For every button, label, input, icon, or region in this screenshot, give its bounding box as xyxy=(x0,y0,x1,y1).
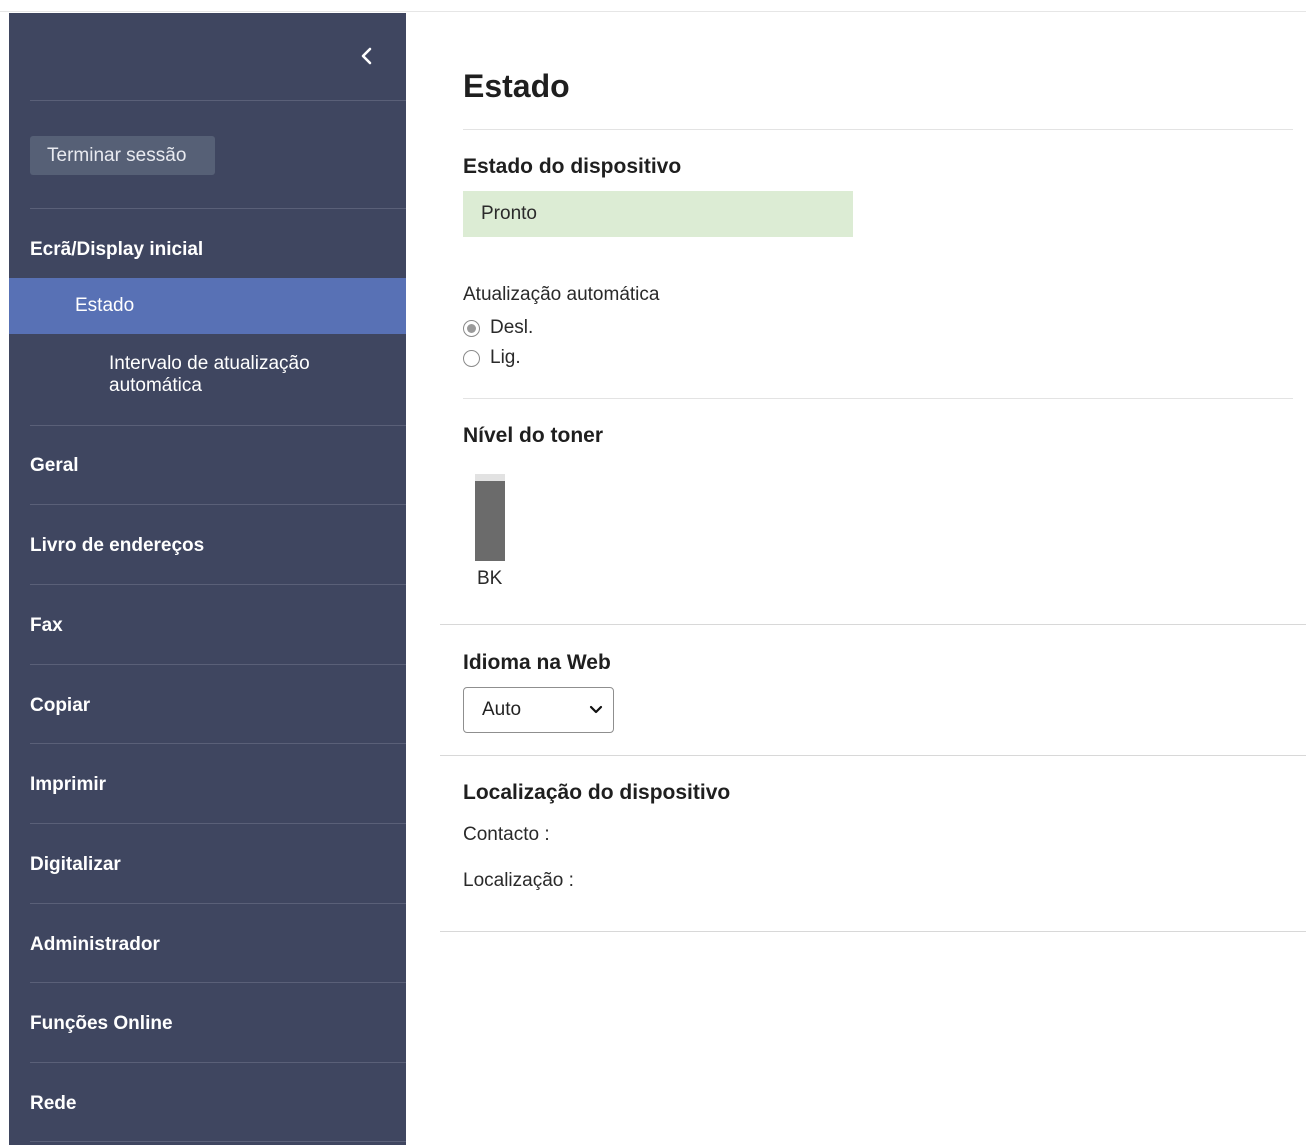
divider xyxy=(440,931,1306,932)
select-value: Auto xyxy=(482,699,522,720)
sidebar-section-home[interactable]: Ecrã/Display inicial xyxy=(30,239,203,261)
web-language-title: Idioma na Web xyxy=(463,651,611,674)
sidebar-divider xyxy=(30,743,406,744)
divider xyxy=(440,624,1306,625)
sidebar-item-print[interactable]: Imprimir xyxy=(30,774,106,796)
sidebar-item-network[interactable]: Rede xyxy=(30,1093,76,1115)
sidebar-item-administrator[interactable]: Administrador xyxy=(30,934,160,956)
radio-unchecked-icon xyxy=(463,349,480,367)
toner-level-title: Nível do toner xyxy=(463,424,604,447)
sidebar-divider xyxy=(30,1141,406,1142)
radio-label: Desl. xyxy=(490,317,534,338)
divider xyxy=(463,398,1293,399)
auto-refresh-label: Atualização automática xyxy=(463,284,660,305)
sidebar-item-estado[interactable]: Estado xyxy=(9,278,406,334)
sidebar-divider xyxy=(30,100,406,101)
radio-checked-icon xyxy=(463,319,480,337)
collapse-sidebar-button[interactable] xyxy=(352,41,382,71)
sidebar-divider xyxy=(30,208,406,209)
device-status-badge: Pronto xyxy=(463,191,853,237)
sidebar: Terminar sessão Ecrã/Display inicial Est… xyxy=(9,13,406,1145)
auto-refresh-off-radio[interactable]: Desl. xyxy=(463,317,533,339)
toner-level-fill xyxy=(475,480,505,561)
device-location-title: Localização do dispositivo xyxy=(463,781,731,804)
top-bar xyxy=(0,0,1306,12)
sidebar-divider xyxy=(30,584,406,585)
sidebar-divider xyxy=(30,425,406,426)
location-label: Localização : xyxy=(463,870,574,891)
sidebar-item-auto-refresh-interval[interactable]: Intervalo de atualização automática xyxy=(109,353,369,397)
sidebar-item-copy[interactable]: Copiar xyxy=(30,695,90,717)
contact-label: Contacto : xyxy=(463,824,550,845)
sidebar-item-geral[interactable]: Geral xyxy=(30,455,79,477)
sidebar-divider xyxy=(30,823,406,824)
auto-refresh-on-radio[interactable]: Lig. xyxy=(463,347,521,369)
sidebar-divider xyxy=(30,504,406,505)
sidebar-divider xyxy=(30,1062,406,1063)
sidebar-item-online-functions[interactable]: Funções Online xyxy=(30,1013,173,1035)
radio-label: Lig. xyxy=(490,347,521,368)
sidebar-divider xyxy=(30,982,406,983)
chevron-left-icon xyxy=(361,47,372,65)
sidebar-item-address-book[interactable]: Livro de endereços xyxy=(30,535,204,557)
page-title: Estado xyxy=(463,68,570,104)
sidebar-divider xyxy=(30,903,406,904)
web-language-select[interactable]: Auto xyxy=(463,687,614,733)
main-content: Estado Estado do dispositivo Pronto Atua… xyxy=(440,13,1306,1145)
divider xyxy=(463,129,1293,130)
logout-button[interactable]: Terminar sessão xyxy=(30,136,215,175)
chevron-down-icon xyxy=(589,705,603,714)
divider xyxy=(440,755,1306,756)
sidebar-item-scan[interactable]: Digitalizar xyxy=(30,854,121,876)
toner-level-bar xyxy=(475,474,505,561)
toner-color-label: BK xyxy=(477,568,503,589)
device-status-title: Estado do dispositivo xyxy=(463,155,682,178)
sidebar-divider xyxy=(30,664,406,665)
sidebar-item-fax[interactable]: Fax xyxy=(30,615,63,637)
